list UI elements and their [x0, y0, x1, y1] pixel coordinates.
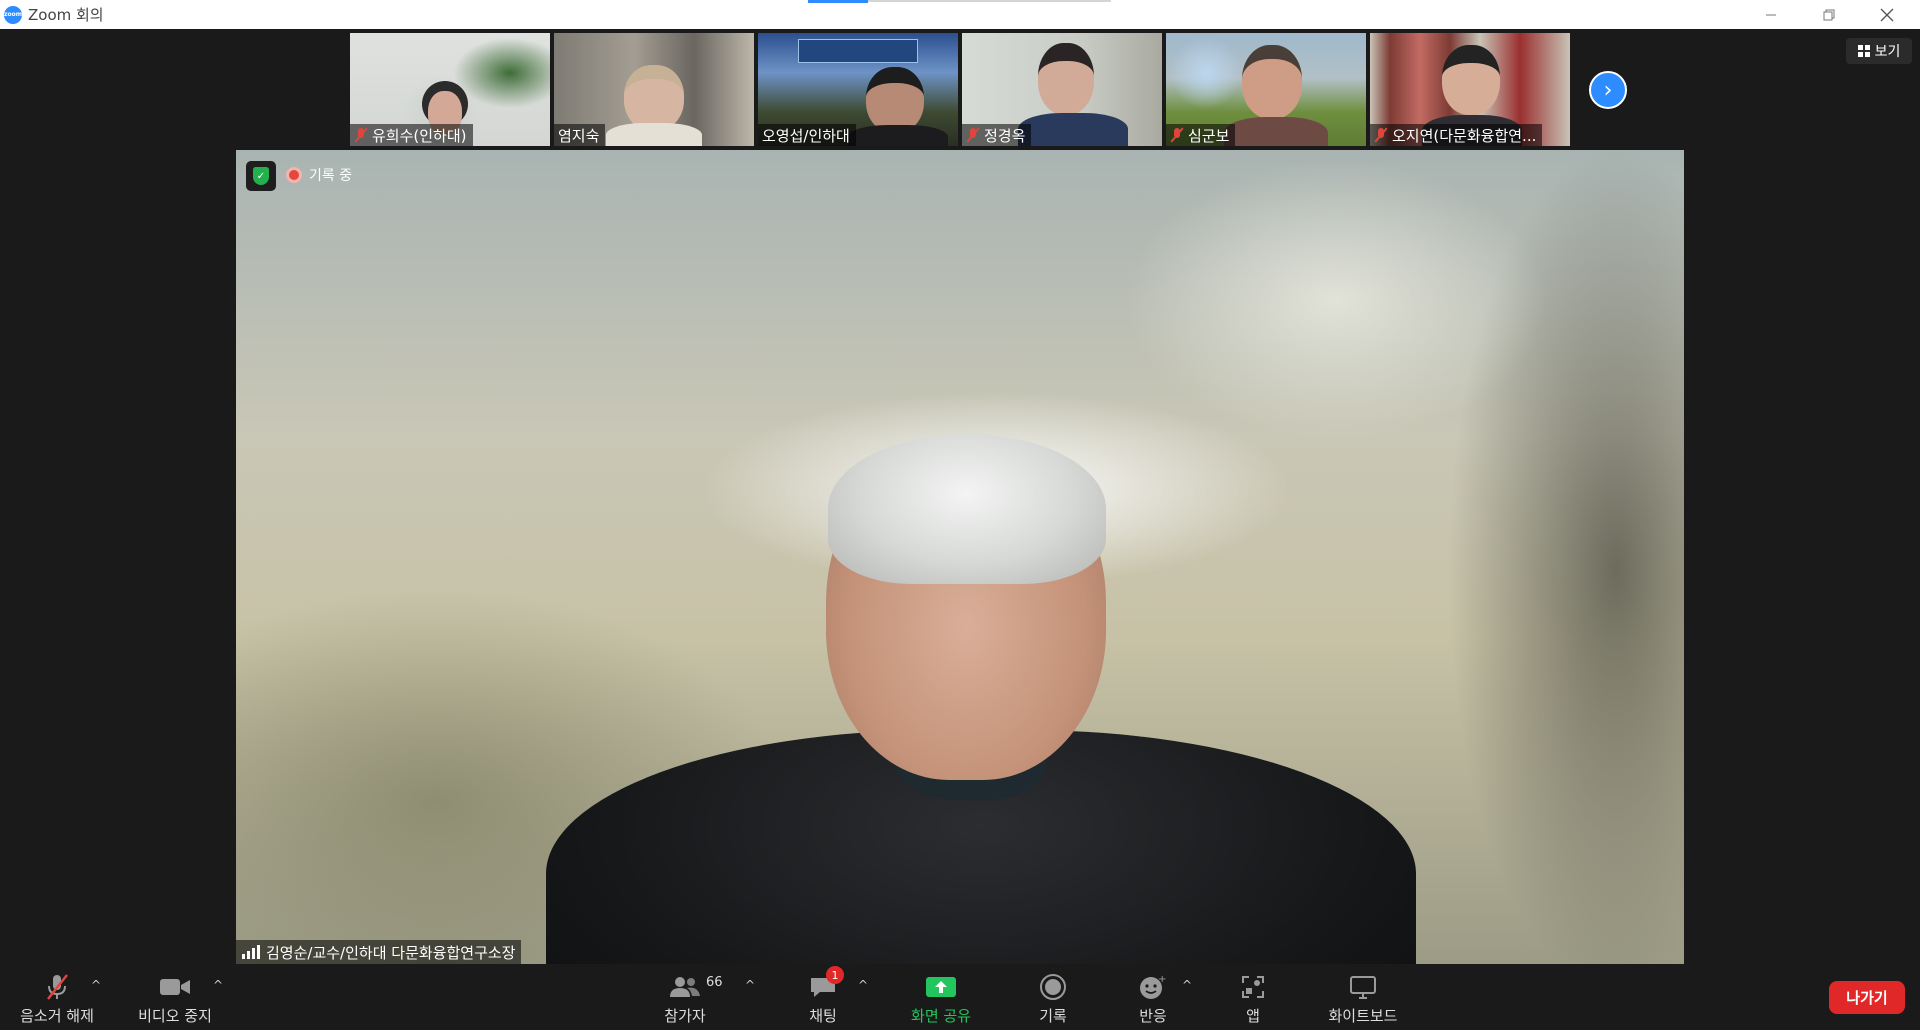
participant-face	[1242, 45, 1302, 119]
participant-body	[1018, 113, 1128, 146]
active-speaker-video: ✓ 기록 중 김영순/교수/인하대 다문화융합연구소장	[236, 150, 1684, 964]
participant-body	[848, 125, 948, 146]
participant-name-tag: 유희수(인하대)	[350, 124, 473, 146]
participant-name: 오지연(다문화융합연...	[1392, 126, 1537, 145]
zoom-logo-icon: zoom	[4, 5, 22, 24]
apps-button[interactable]: 앱	[1238, 972, 1268, 1026]
chat-options-caret-icon[interactable]: ^	[858, 978, 868, 992]
participant-face	[1442, 45, 1500, 115]
view-button-label: 보기	[1874, 44, 1901, 60]
participant-name-tag: 오영섭/인하대	[758, 124, 856, 146]
gallery-strip: 유희수(인하대) 염지숙 오영섭/인하대 정경옥 심군보 오지연(다문화융합연.…	[350, 33, 1570, 146]
speaker-name-tag: 김영순/교수/인하대 다문화융합연구소장	[236, 940, 522, 964]
reactions-button[interactable]: + 반응	[1133, 972, 1173, 1026]
participant-name-tag: 심군보	[1166, 124, 1236, 146]
participants-button[interactable]: 참가자	[660, 972, 710, 1026]
participant-body	[1224, 117, 1328, 146]
next-page-button[interactable]: ›	[1589, 71, 1627, 109]
restore-button[interactable]	[1800, 0, 1858, 29]
speaker-name: 김영순/교수/인하대 다문화융합연구소장	[266, 943, 516, 962]
whiteboard-icon	[1348, 972, 1378, 1002]
participant-face	[866, 67, 924, 133]
record-icon	[1039, 972, 1067, 1002]
apps-label: 앱	[1246, 1007, 1260, 1025]
participant-name: 오영섭/인하대	[762, 126, 850, 145]
mic-muted-icon	[354, 127, 368, 143]
chevron-right-icon: ›	[1603, 77, 1613, 103]
participant-tile[interactable]: 심군보	[1166, 33, 1366, 146]
stop-video-button[interactable]: 비디오 중지	[132, 972, 218, 1026]
minimize-icon	[1766, 14, 1776, 15]
shield-check-icon: ✓	[253, 167, 269, 185]
participants-count: 66	[706, 975, 723, 990]
reactions-label: 반응	[1139, 1007, 1167, 1025]
video-camera-icon	[158, 972, 192, 1002]
speaker-hair	[828, 434, 1106, 584]
participant-name-tag: 정경옥	[962, 124, 1032, 146]
title-bar: zoom Zoom 회의	[0, 0, 1920, 29]
recording-dot-icon	[286, 167, 302, 183]
whiteboard-button[interactable]: 화이트보드	[1326, 972, 1400, 1026]
participant-tile[interactable]: 오지연(다문화융합연...	[1370, 33, 1570, 146]
unmute-label: 음소거 해제	[20, 1007, 94, 1025]
participant-name: 심군보	[1188, 126, 1230, 145]
whiteboard-label: 화이트보드	[1328, 1007, 1398, 1025]
participant-tile[interactable]: 유희수(인하대)	[350, 33, 550, 146]
share-screen-button[interactable]: 화면 공유	[901, 972, 981, 1026]
meeting-toolbar: 음소거 해제 ^ 비디오 중지 ^ 참가자 66 ^ 1 채팅 ^ 화면 공유 …	[0, 964, 1920, 1030]
mic-muted-icon	[1170, 127, 1184, 143]
record-button[interactable]: 기록	[1033, 972, 1073, 1026]
unmute-button[interactable]: 음소거 해제	[14, 972, 100, 1026]
participants-label: 참가자	[664, 1007, 706, 1025]
microphone-muted-icon	[42, 972, 72, 1002]
participant-tile[interactable]: 정경옥	[962, 33, 1162, 146]
title-accent-line	[808, 0, 868, 3]
participant-face	[624, 65, 684, 131]
share-screen-label: 화면 공유	[911, 1007, 971, 1025]
participant-body	[606, 123, 702, 146]
minimize-button[interactable]	[1742, 0, 1800, 29]
smiley-plus-icon: +	[1138, 972, 1168, 1002]
leave-meeting-button[interactable]: 나가기	[1829, 981, 1905, 1014]
participant-name: 유희수(인하대)	[372, 126, 467, 145]
title-divider-line	[868, 0, 1111, 2]
close-icon	[1880, 8, 1894, 21]
participant-name: 정경옥	[984, 126, 1026, 145]
stop-video-label: 비디오 중지	[138, 1007, 212, 1025]
participants-icon	[668, 972, 702, 1002]
share-screen-icon	[925, 972, 957, 1002]
video-options-caret-icon[interactable]: ^	[213, 978, 223, 992]
grid-view-icon	[1857, 45, 1870, 57]
signal-strength-icon	[242, 945, 260, 959]
record-label: 기록	[1039, 1007, 1067, 1025]
participant-tile[interactable]: 오영섭/인하대	[758, 33, 958, 146]
view-button[interactable]: 보기	[1846, 38, 1912, 64]
recording-label: 기록 중	[309, 168, 353, 184]
participant-name-tag: 염지숙	[554, 124, 606, 146]
restore-icon	[1823, 9, 1835, 20]
recording-indicator[interactable]: 기록 중	[286, 165, 352, 185]
reactions-options-caret-icon[interactable]: ^	[1182, 978, 1192, 992]
svg-text:+: +	[1158, 974, 1166, 985]
apps-icon	[1240, 972, 1266, 1002]
virtual-background-banner	[798, 39, 918, 63]
mic-muted-icon	[1374, 127, 1388, 143]
window-title: Zoom 회의	[28, 6, 104, 24]
participant-face	[1038, 43, 1094, 115]
close-button[interactable]	[1858, 0, 1916, 29]
participants-options-caret-icon[interactable]: ^	[745, 978, 755, 992]
chat-button[interactable]: 1 채팅	[800, 966, 846, 1026]
participant-tile[interactable]: 염지숙	[554, 33, 754, 146]
participant-name-tag: 오지연(다문화융합연...	[1370, 124, 1543, 146]
participant-name: 염지숙	[558, 126, 600, 145]
chat-unread-badge: 1	[826, 966, 844, 984]
chat-bubble-icon: 1	[808, 966, 844, 1002]
chat-label: 채팅	[809, 1007, 837, 1025]
audio-options-caret-icon[interactable]: ^	[91, 978, 101, 992]
encryption-shield-button[interactable]: ✓	[246, 161, 276, 191]
mic-muted-icon	[966, 127, 980, 143]
